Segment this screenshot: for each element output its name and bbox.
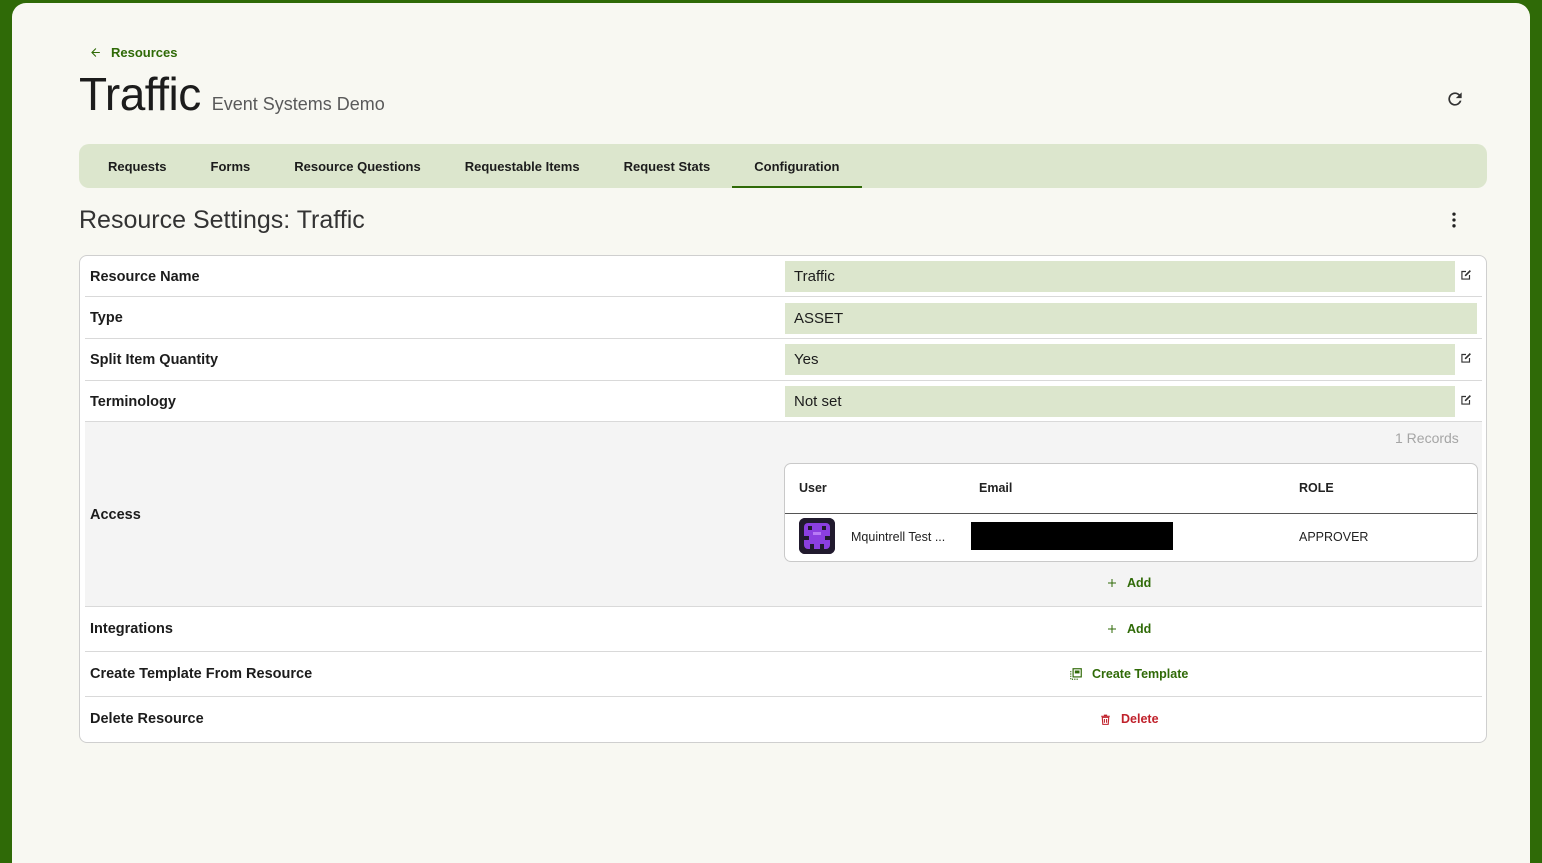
more-vertical-icon: [1452, 212, 1456, 228]
copy-template-icon: [1070, 668, 1082, 680]
value-text: ASSET: [794, 310, 844, 327]
edit-resource-name-button[interactable]: [1456, 265, 1476, 285]
access-table: User Email ROLE Mquintrell Test ... APPR…: [784, 463, 1478, 562]
tab-label: Request Stats: [623, 158, 711, 174]
setting-row-split-item-quantity: Split Item Quantity Yes: [85, 339, 1482, 381]
setting-row-create-template: Create Template From Resource Create Tem…: [85, 652, 1482, 697]
more-options-button[interactable]: [1442, 208, 1466, 232]
add-access-button[interactable]: Add: [1106, 576, 1151, 590]
plus-icon: [1108, 579, 1116, 587]
delete-label: Delete: [1121, 712, 1159, 726]
page-header: Traffic Event Systems Demo: [79, 67, 385, 121]
email-redacted: [971, 522, 1173, 550]
user-name: Mquintrell Test ...: [851, 530, 946, 544]
section-title: Resource Settings: Traffic: [79, 206, 365, 234]
setting-row-terminology: Terminology Not set: [85, 381, 1482, 422]
add-label: Add: [1127, 576, 1152, 590]
setting-label: Type: [90, 310, 123, 326]
tab-label: Configuration: [754, 158, 840, 174]
edit-icon: [1461, 395, 1471, 405]
back-to-resources-link[interactable]: Resources: [79, 43, 187, 62]
user-role: APPROVER: [1299, 530, 1369, 544]
create-template-label: Create Template: [1092, 667, 1189, 681]
setting-row-integrations: Integrations Add: [85, 607, 1482, 652]
type-value: ASSET: [785, 303, 1477, 334]
setting-label: Split Item Quantity: [90, 352, 219, 368]
split-item-quantity-value: Yes: [785, 344, 1455, 375]
tab-label: Forms: [210, 158, 251, 174]
add-integration-button[interactable]: Add: [1106, 622, 1151, 636]
setting-label: Resource Name: [90, 269, 200, 285]
resource-name-value: Traffic: [785, 261, 1455, 292]
tab-requestable-items[interactable]: Requestable Items: [443, 144, 602, 188]
setting-row-type: Type ASSET: [85, 297, 1482, 339]
page-subtitle: Event Systems Demo: [211, 94, 385, 114]
tab-label: Requests: [108, 158, 167, 174]
app-frame: Resources Traffic Event Systems Demo Req…: [12, 3, 1530, 863]
refresh-button[interactable]: [1442, 86, 1468, 112]
column-header-role: ROLE: [1299, 481, 1334, 495]
setting-label: Delete Resource: [90, 711, 204, 727]
table-header-divider: [785, 513, 1477, 514]
page-title: Traffic: [79, 68, 201, 120]
setting-label: Create Template From Resource: [90, 666, 313, 682]
setting-label: Integrations: [90, 621, 173, 637]
setting-label: Terminology: [90, 394, 176, 410]
column-header-email: Email: [979, 481, 1013, 495]
edit-terminology-button[interactable]: [1456, 390, 1476, 410]
back-label: Resources: [111, 45, 178, 60]
column-header-user: User: [799, 481, 827, 495]
value-text: Not set: [794, 393, 842, 410]
setting-label: Access: [90, 507, 141, 523]
tab-configuration[interactable]: Configuration: [732, 144, 862, 188]
tab-label: Resource Questions: [294, 158, 421, 174]
create-template-button[interactable]: Create Template: [1069, 667, 1188, 681]
trash-icon: [1101, 714, 1110, 725]
user-avatar-icon: [799, 518, 835, 554]
edit-split-item-quantity-button[interactable]: [1456, 348, 1476, 368]
refresh-icon: [1448, 92, 1462, 106]
setting-row-access: Access 1 Records User Email ROLE Mquintr…: [85, 422, 1482, 607]
tab-forms[interactable]: Forms: [189, 144, 273, 188]
terminology-value: Not set: [785, 386, 1455, 417]
plus-icon: [1108, 625, 1116, 633]
records-count: 1 Records: [1395, 430, 1459, 446]
value-text: Traffic: [794, 268, 835, 285]
setting-row-delete-resource: Delete Resource Delete: [85, 697, 1482, 742]
settings-card: Resource Name Traffic Type ASSET Split I…: [79, 255, 1487, 743]
tab-resource-questions[interactable]: Resource Questions: [272, 144, 442, 188]
value-text: Yes: [794, 351, 819, 368]
edit-icon: [1461, 270, 1471, 280]
avatar: [799, 518, 835, 554]
setting-row-resource-name: Resource Name Traffic: [85, 256, 1482, 297]
tab-bar: Requests Forms Resource Questions Reques…: [79, 144, 1487, 188]
add-label: Add: [1127, 622, 1152, 636]
edit-icon: [1461, 353, 1471, 363]
tab-requests[interactable]: Requests: [79, 144, 189, 188]
tab-request-stats[interactable]: Request Stats: [602, 144, 733, 188]
delete-resource-button[interactable]: Delete: [1099, 712, 1159, 726]
tab-label: Requestable Items: [464, 158, 580, 174]
arrow-left-icon: [91, 48, 100, 57]
